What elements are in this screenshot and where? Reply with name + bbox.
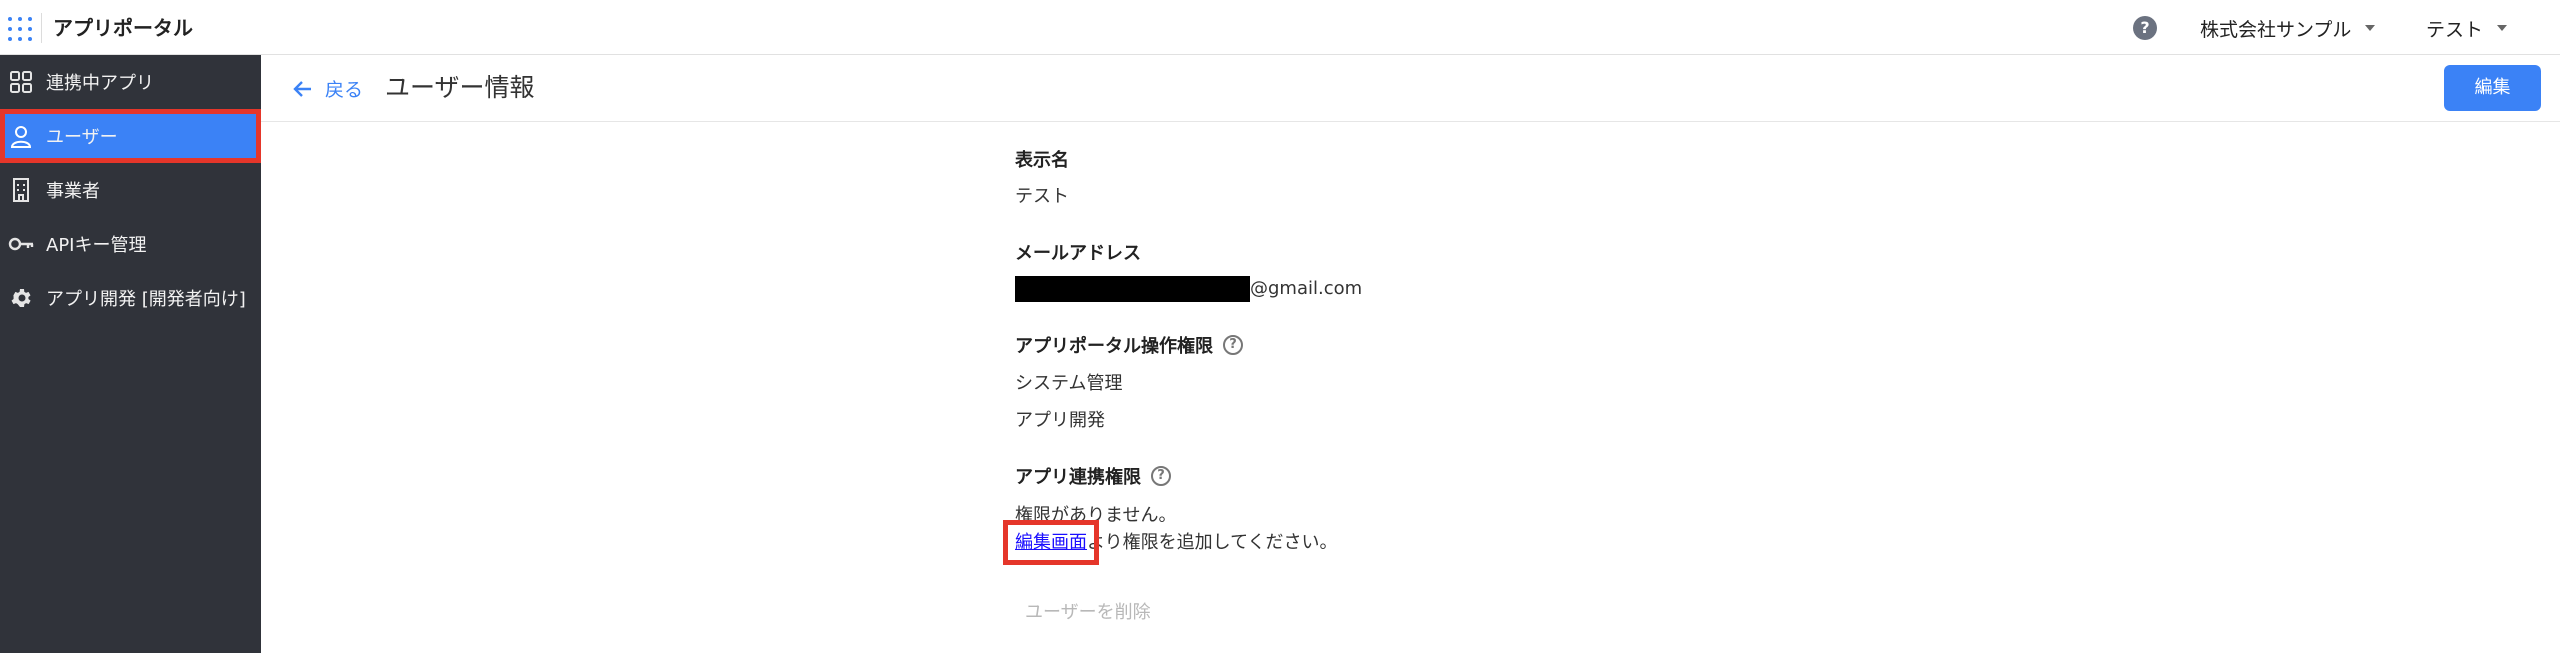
company-select[interactable]: 株式会社サンプル [2200,14,2376,42]
edit-screen-link[interactable]: 編集画面 [1003,520,1099,565]
key-icon [8,231,34,257]
add-permission-hint: 編集画面より権限を追加してください。 [1003,520,1338,565]
sidebar-item-label: APIキー管理 [46,235,147,256]
brand-divider [41,13,42,43]
app-title: アプリポータル [53,16,193,40]
email-value: @gmail.com [1015,276,1362,302]
email-suffix: @gmail.com [1250,278,1363,299]
help-circle-icon[interactable]: ? [1151,466,1171,486]
display-name-label: 表示名 [1015,150,1069,171]
app-launcher-icon[interactable] [6,15,32,41]
display-name-value: テスト [1015,186,1069,207]
top-header: アプリポータル ? 株式会社サンプル テスト [0,0,2560,55]
redacted-block [1015,276,1250,302]
page-title: ユーザー情報 [385,73,535,102]
page-header: 戻る ユーザー情報 編集 [261,55,2560,122]
app-permission-label: アプリ連携権限 ? [1015,463,1171,489]
company-name: 株式会社サンプル [2200,18,2352,41]
sidebar-item-businesses[interactable]: 事業者 [0,163,261,217]
user-name: テスト [2426,18,2484,41]
sidebar-item-label: アプリ開発 [開発者向け] [46,289,246,310]
no-permission-text: 権限がありません。 [1015,505,1177,526]
sidebar-item-label: 連携中アプリ [46,73,154,94]
sidebar-item-api-keys[interactable]: APIキー管理 [0,217,261,271]
portal-permission-item: システム管理 [1015,373,1123,394]
portal-permission-label: アプリポータル操作権限 ? [1015,332,1243,358]
gear-icon [8,285,34,311]
delete-user-button[interactable]: ユーザーを削除 [1025,598,1151,624]
help-circle-icon[interactable]: ? [1223,335,1243,355]
app-permission-title: アプリ連携権限 [1015,467,1141,488]
add-permission-suffix: より権限を追加してください。 [1087,532,1338,553]
user-menu[interactable]: テスト [2426,14,2508,42]
sidebar-item-label: 事業者 [46,181,100,202]
sidebar-item-users[interactable]: ユーザー [0,109,261,163]
email-label: メールアドレス [1015,243,1141,264]
chevron-down-icon [2365,25,2376,31]
apps-grid-icon [8,69,34,95]
sidebar-item-app-development[interactable]: アプリ開発 [開発者向け] [0,271,261,325]
chevron-down-icon [2497,25,2508,31]
sidebar-item-linked-apps[interactable]: 連携中アプリ [0,55,261,109]
portal-permission-title: アプリポータル操作権限 [1015,336,1213,357]
sidebar: 連携中アプリ ユーザー 事業者 APIキー管理 アプリ開発 [開発者向け] [0,55,261,653]
portal-permission-item: アプリ開発 [1015,410,1105,431]
sidebar-item-label: ユーザー [46,127,118,148]
help-icon[interactable]: ? [2133,16,2157,40]
arrow-left-icon [293,80,311,97]
back-link[interactable]: 戻る [291,75,363,102]
user-icon [8,123,34,149]
edit-button[interactable]: 編集 [2444,65,2541,111]
back-label: 戻る [325,79,364,101]
building-icon [8,177,34,203]
